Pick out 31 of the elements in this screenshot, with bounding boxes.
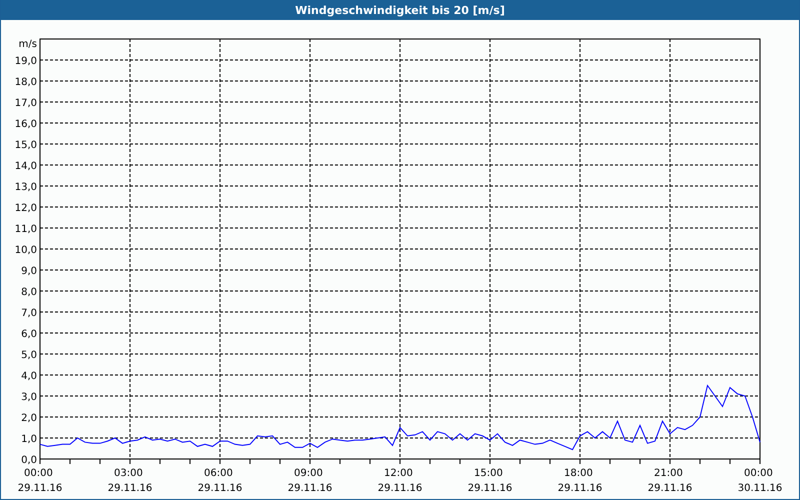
x-tick-label: 12:00 29.11.16 (378, 468, 422, 494)
x-tick-label: 18:00 29.11.16 (558, 468, 602, 494)
y-tick-label: 10,0 (14, 245, 37, 256)
y-tick-label: 5,0 (21, 350, 37, 361)
window-title: Windgeschwindigkeit bis 20 [m/s] (295, 4, 505, 16)
y-tick-label: 13,0 (14, 182, 37, 193)
y-axis-unit: m/s (18, 39, 37, 50)
y-tick-label: 2,0 (21, 413, 37, 424)
x-tick-label: 21:00 29.11.16 (648, 468, 692, 494)
y-tick-label: 11,0 (14, 224, 37, 235)
y-tick-label: 17,0 (14, 98, 37, 109)
y-tick-label: 4,0 (21, 371, 37, 382)
y-tick-label: 7,0 (21, 308, 37, 319)
x-tick-label: 00:00 29.11.16 (18, 468, 62, 494)
x-tick-label: 00:00 30.11.16 (738, 468, 782, 494)
x-tick-label: 15:00 29.11.16 (468, 468, 512, 494)
y-tick-label: 16,0 (14, 119, 37, 130)
y-tick-label: 1,0 (21, 434, 37, 445)
x-tick-label: 06:00 29.11.16 (198, 468, 242, 494)
y-tick-label: 0,0 (21, 455, 37, 466)
y-tick-label: 8,0 (21, 287, 37, 298)
y-tick-label: 15,0 (14, 140, 37, 151)
x-tick-label: 09:00 29.11.16 (288, 468, 332, 494)
y-tick-label: 18,0 (14, 77, 37, 88)
y-tick-label: 3,0 (21, 392, 37, 403)
y-tick-label: 12,0 (14, 203, 37, 214)
x-tick-label: 03:00 29.11.16 (108, 468, 152, 494)
y-tick-label: 9,0 (21, 266, 37, 277)
y-tick-label: 6,0 (21, 329, 37, 340)
y-tick-label: 14,0 (14, 161, 37, 172)
y-tick-label: 19,0 (14, 56, 37, 67)
